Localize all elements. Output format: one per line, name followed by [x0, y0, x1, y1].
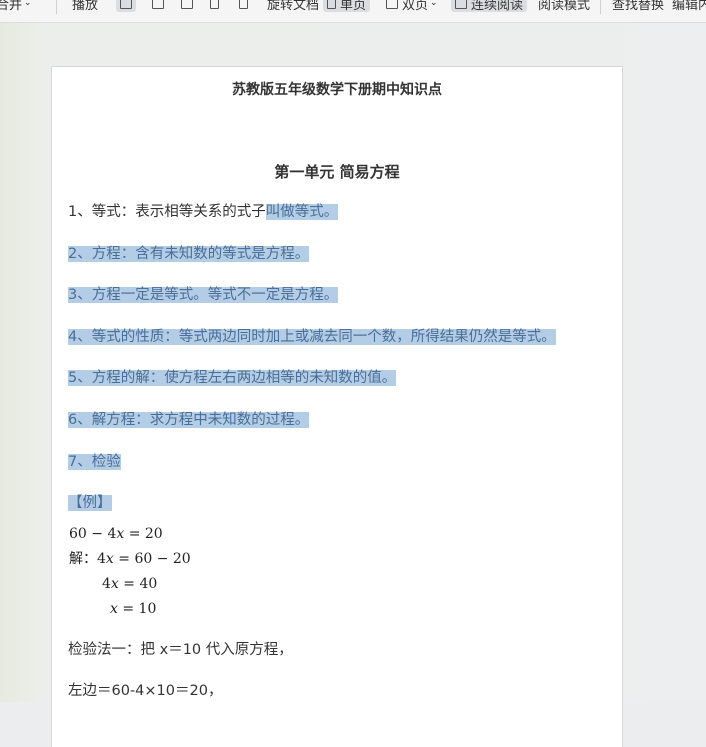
- double-page-icon: [386, 0, 398, 9]
- rotate-doc-label: 旋转文档: [267, 0, 320, 13]
- find-replace-label: 查找替换: [612, 0, 665, 13]
- unit-title: 第一单元 简易方程: [274, 163, 400, 181]
- equation-line-2-rhs: = 60 − 20: [113, 551, 191, 567]
- paragraph-2[interactable]: 2、方程：含有未知数的等式是方程。: [68, 244, 310, 264]
- double-page-label: 双页: [402, 0, 429, 13]
- equation-line-4-var: x: [110, 601, 118, 617]
- rotate-left-button[interactable]: [210, 0, 219, 12]
- toolbar-divider: [56, 0, 57, 14]
- fit-page-button[interactable]: [116, 0, 136, 12]
- single-page-label: 单页: [340, 0, 367, 13]
- document-page[interactable]: 苏教版五年级数学下册期中知识点 第一单元 简易方程 1、等式：表示相等关系的式子…: [52, 67, 622, 747]
- reader-toolbar: 合并 ⌄ 播放 旋转文档 单页 双页 ⌄ 连续阅读 阅读模式 查找替换: [0, 0, 706, 23]
- read-mode-button[interactable]: 阅读模式: [538, 0, 591, 13]
- equation-line-3-var: x: [110, 576, 119, 592]
- solve-label: 解：: [69, 551, 97, 567]
- paragraph-5-text: 5、方程的解：使方程左右两边相等的未知数的值。: [68, 370, 397, 386]
- single-page-icon: [327, 0, 336, 9]
- left-side-text: 左边＝60-4×10＝20，: [68, 683, 223, 699]
- merge-button[interactable]: 合并 ⌄: [0, 0, 32, 13]
- chevron-down-icon: ⌄: [24, 0, 32, 8]
- paragraph-4-text: 4、等式的性质：等式两边同时加上或减去同一个数，所得结果仍然是等式。: [68, 329, 556, 345]
- document-canvas[interactable]: 苏教版五年级数学下册期中知识点 第一单元 简易方程 1、等式：表示相等关系的式子…: [0, 23, 706, 747]
- edit-label: 编辑内: [672, 0, 706, 13]
- rotate-left-icon: [210, 0, 219, 9]
- check-method-1-text: 检验法一：把 x＝10 代入原方程，: [68, 642, 293, 658]
- rotate-document-button[interactable]: 旋转文档: [267, 0, 320, 13]
- paragraph-1-text: 1、等式：表示相等关系的式子: [68, 204, 266, 220]
- edit-button[interactable]: 编辑内: [672, 0, 706, 13]
- paragraph-2-text: 2、方程：含有未知数的等式是方程。: [68, 246, 310, 262]
- continuous-read-button[interactable]: 连续阅读: [451, 0, 528, 13]
- equation-line-3-rhs: = 40: [118, 576, 158, 592]
- continuous-read-icon: [455, 0, 467, 9]
- read-mode-label: 阅读模式: [538, 0, 591, 13]
- equation-line-4-rhs: = 10: [117, 601, 157, 617]
- chevron-down-icon: ⌄: [430, 0, 438, 8]
- equation-line-1-rhs: = 20: [124, 526, 163, 542]
- double-page-button[interactable]: 双页 ⌄: [386, 0, 438, 13]
- find-replace-button[interactable]: 查找替换: [612, 0, 665, 13]
- equation-line-1: 60 − 4x = 20: [69, 525, 163, 543]
- equation-line-1-lhs: 60 − 4: [69, 526, 117, 542]
- paragraph-5[interactable]: 5、方程的解：使方程左右两边相等的未知数的值。: [68, 368, 397, 388]
- equation-line-2-lhs: 4: [97, 551, 106, 567]
- fit-page-icon: [120, 0, 132, 9]
- paragraph-3-text: 3、方程一定是等式。等式不一定是方程。: [68, 287, 339, 303]
- example-heading[interactable]: 【例】: [68, 493, 112, 513]
- equation-line-3-lhs: 4: [102, 576, 111, 592]
- left-side-calculation[interactable]: 左边＝60-4×10＝20，: [68, 681, 222, 701]
- continuous-read-label: 连续阅读: [471, 0, 524, 13]
- equation-line-3: 4x = 40: [102, 575, 157, 593]
- paragraph-7-text: 7、检验: [68, 454, 121, 470]
- example-label: 【例】: [68, 495, 112, 511]
- fit-height-button[interactable]: [181, 0, 193, 12]
- check-method-1[interactable]: 检验法一：把 x＝10 代入原方程，: [68, 640, 293, 660]
- merge-label: 合并: [0, 0, 23, 13]
- fit-width-button[interactable]: [152, 0, 164, 12]
- equation-line-2: 解：4x = 60 − 20: [69, 550, 191, 568]
- document-title: 苏教版五年级数学下册期中知识点: [232, 82, 442, 98]
- single-page-button[interactable]: 单页: [323, 0, 371, 13]
- play-label: 播放: [72, 0, 99, 13]
- rotate-right-button[interactable]: [239, 0, 248, 12]
- fit-height-icon: [181, 0, 193, 9]
- paragraph-7[interactable]: 7、检验: [68, 452, 121, 472]
- toolbar-divider: [600, 0, 601, 14]
- paragraph-6[interactable]: 6、解方程：求方程中未知数的过程。: [68, 410, 310, 430]
- paragraph-1-selected-text: 叫做等式。: [265, 204, 339, 220]
- play-button[interactable]: 播放: [72, 0, 99, 13]
- paragraph-4[interactable]: 4、等式的性质：等式两边同时加上或减去同一个数，所得结果仍然是等式。: [68, 327, 556, 347]
- paragraph-3[interactable]: 3、方程一定是等式。等式不一定是方程。: [68, 285, 339, 305]
- equation-line-2-var: x: [105, 551, 114, 567]
- equation-line-4: x = 10: [110, 600, 156, 618]
- paragraph-1[interactable]: 1、等式：表示相等关系的式子叫做等式。: [68, 202, 339, 222]
- paragraph-6-text: 6、解方程：求方程中未知数的过程。: [68, 412, 310, 428]
- rotate-right-icon: [239, 0, 248, 9]
- fit-width-icon: [152, 0, 164, 9]
